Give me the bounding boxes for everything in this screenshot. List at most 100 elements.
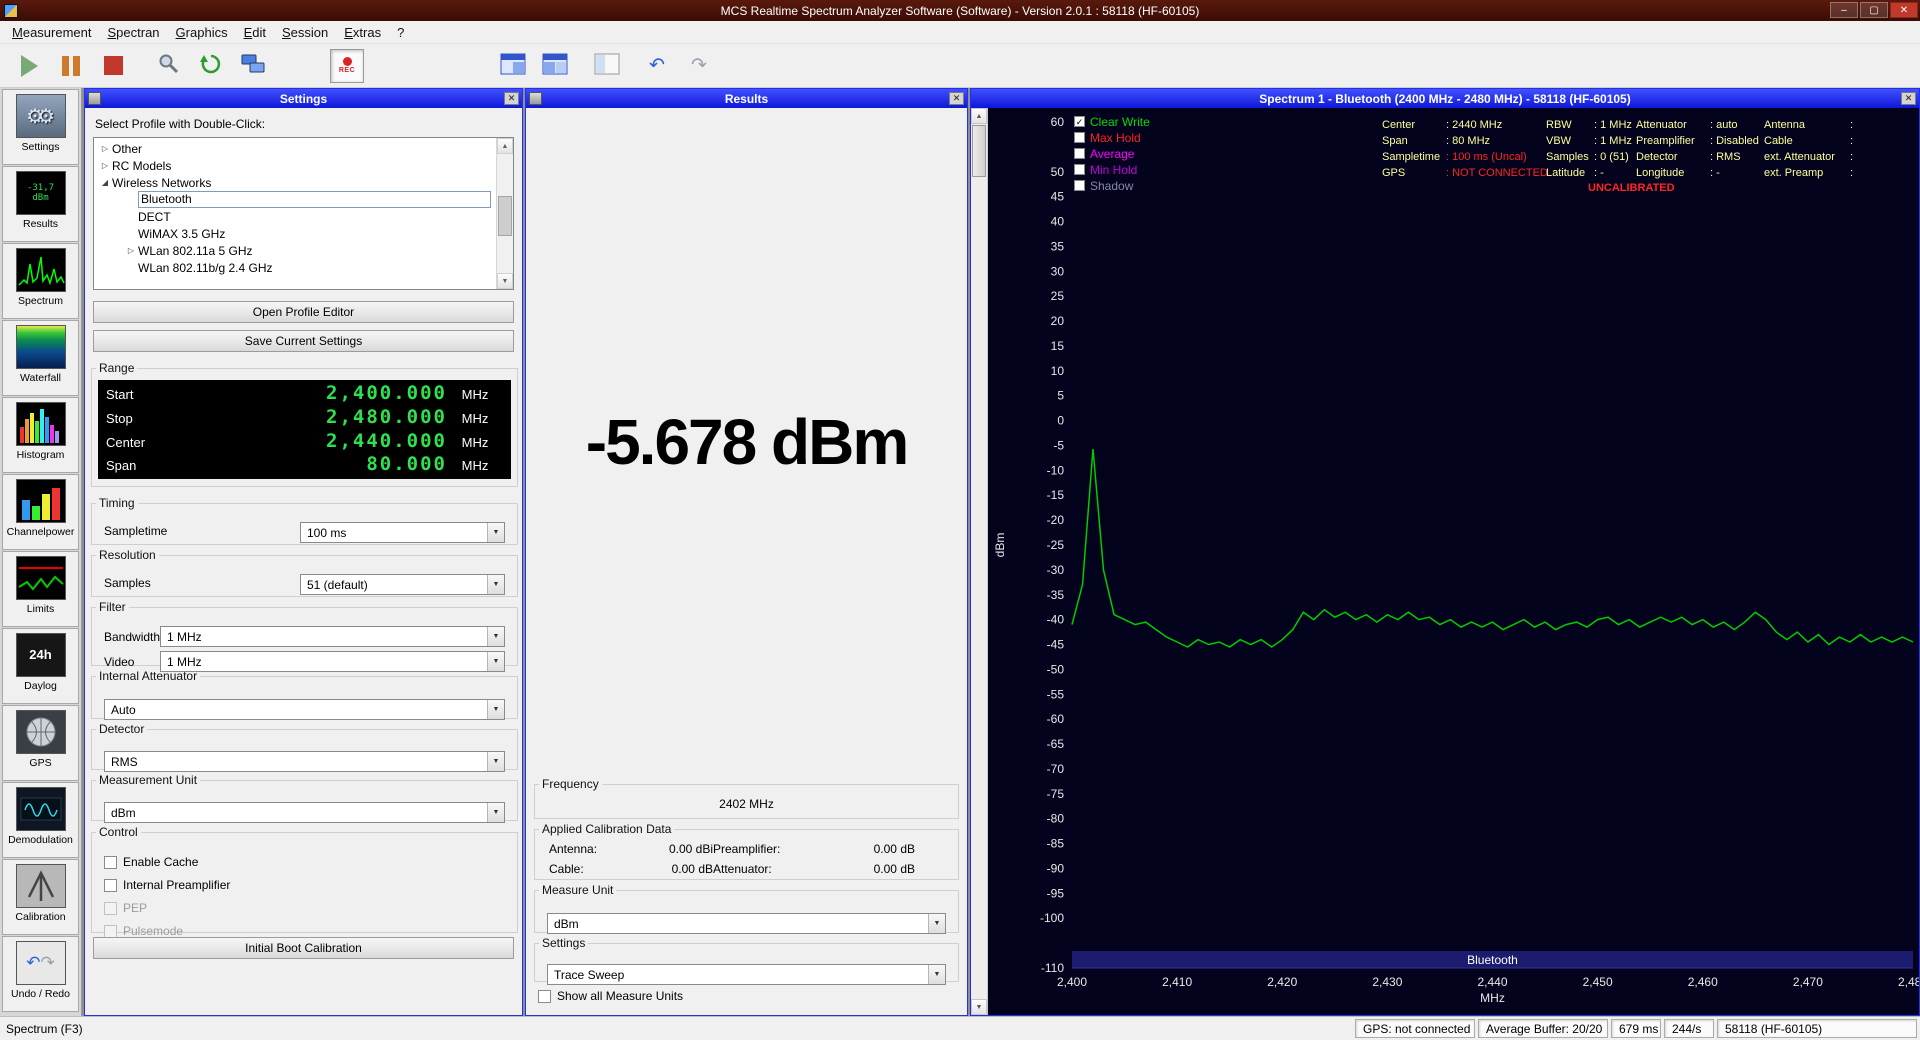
- checkbox-internal-preamplifier[interactable]: Internal Preamplifier: [104, 878, 230, 892]
- tree-collapsed-icon[interactable]: ▷: [98, 161, 112, 170]
- layout-windows-button[interactable]: [494, 48, 532, 84]
- sidebar-item-undo-redo[interactable]: ↶↷ Undo / Redo: [2, 936, 79, 1012]
- scroll-down-button[interactable]: ▼: [971, 999, 987, 1015]
- sidebar-item-daylog[interactable]: 24h Daylog: [2, 628, 79, 704]
- trace-sweep-select[interactable]: Trace Sweep ▼: [547, 964, 946, 985]
- detect-device-button[interactable]: [150, 48, 188, 84]
- results-close-button[interactable]: ✕: [949, 92, 964, 105]
- attenuator-select[interactable]: Auto ▼: [104, 699, 505, 720]
- tree-expanded-icon[interactable]: ◢: [98, 178, 112, 187]
- sidebar-item-spectrum[interactable]: Spectrum: [2, 243, 79, 319]
- tree-collapsed-icon[interactable]: ▷: [98, 144, 112, 153]
- play-button[interactable]: [10, 48, 48, 84]
- close-button[interactable]: ✕: [1890, 2, 1918, 18]
- info-value: : 1 MHz: [1594, 135, 1632, 147]
- sidebar-item-demodulation[interactable]: Demodulation: [2, 782, 79, 858]
- scroll-down-button[interactable]: ▼: [497, 273, 513, 289]
- tree-item-other[interactable]: ▷ Other: [94, 140, 513, 157]
- settings-panel-titlebar[interactable]: Settings ✕: [85, 89, 522, 108]
- sidebar-item-calibration[interactable]: Calibration: [2, 859, 79, 935]
- redo-button[interactable]: ↷: [680, 48, 718, 84]
- tree-collapsed-icon[interactable]: ▷: [124, 246, 138, 255]
- daylog-icon-text: 24h: [29, 646, 52, 662]
- scroll-up-button[interactable]: ▲: [497, 138, 513, 154]
- tree-item-dect[interactable]: DECT: [94, 208, 513, 225]
- layout-grid-button[interactable]: [536, 48, 574, 84]
- menu-graphics[interactable]: Graphics: [168, 22, 236, 43]
- measurement-unit-select[interactable]: dBm ▼: [104, 802, 505, 823]
- info-column: Center: 2440 MHz Span: 80 MHz Sampletime: …: [1382, 117, 1548, 181]
- info-label: Samples: [1546, 151, 1589, 163]
- tree-item-bluetooth[interactable]: Bluetooth: [94, 191, 513, 208]
- detector-group-title: Detector: [99, 722, 145, 736]
- tree-item-wimax-3-5-ghz[interactable]: WiMAX 3.5 GHz: [94, 225, 513, 242]
- sidebar-item-histogram[interactable]: Histogram: [2, 397, 79, 473]
- show-all-measure-units-checkbox[interactable]: Show all Measure Units: [538, 989, 683, 1003]
- menu-edit[interactable]: Edit: [236, 22, 274, 43]
- menu-spectran[interactable]: Spectran: [100, 22, 168, 43]
- spectrum-plot[interactable]: 60 50 45 40 35 30 25 20 15 10 5 0 -5 -10 -15 -20 -25 -30-…: [988, 108, 1919, 1015]
- sidebar-item-results[interactable]: -31,7 dBm Results: [2, 166, 79, 242]
- sidebar-item-gps[interactable]: GPS: [2, 705, 79, 781]
- detector-select[interactable]: RMS ▼: [104, 751, 505, 772]
- status-cell-244-s: 244/s: [1664, 1019, 1714, 1038]
- scrollbar-thumb[interactable]: [972, 125, 986, 177]
- sampletime-value: 100 ms: [307, 525, 347, 540]
- menu-measurement[interactable]: Measurement: [4, 22, 100, 43]
- panel-view-button[interactable]: [588, 48, 626, 84]
- tree-item-wireless-networks[interactable]: ◢ Wireless Networks: [94, 174, 513, 191]
- sidebar-item-limits[interactable]: Limits: [2, 551, 79, 627]
- checkbox-icon[interactable]: [104, 855, 117, 869]
- minimize-button[interactable]: –: [1830, 2, 1858, 18]
- record-button[interactable]: REC: [330, 48, 364, 83]
- maximize-button[interactable]: ▢: [1860, 2, 1888, 18]
- pause-button[interactable]: [52, 48, 90, 84]
- menu-session[interactable]: Session: [274, 22, 336, 43]
- checkbox-icon[interactable]: [538, 989, 551, 1003]
- scroll-up-button[interactable]: ▲: [971, 108, 987, 124]
- panel-view-icon: [594, 53, 620, 78]
- checkbox-icon[interactable]: [104, 878, 117, 892]
- profile-select-label: Select Profile with Double-Click:: [95, 117, 266, 131]
- y-tick-label: 25: [1051, 289, 1065, 303]
- usb-devices-button[interactable]: [234, 48, 272, 84]
- sampletime-select[interactable]: 100 ms ▼: [300, 522, 505, 543]
- tree-item-rc-models[interactable]: ▷ RC Models: [94, 157, 513, 174]
- tree-scrollbar[interactable]: ▲ ▼: [496, 138, 513, 289]
- undo-button[interactable]: ↶: [638, 48, 676, 84]
- spectrum-scrollbar[interactable]: ▲ ▼: [971, 108, 988, 1015]
- open-profile-editor-button[interactable]: Open Profile Editor: [93, 301, 514, 323]
- play-icon: [20, 54, 38, 77]
- menu-extras[interactable]: Extras: [336, 22, 389, 43]
- sidebar-item-channelpower[interactable]: Channelpower: [2, 474, 79, 550]
- info-value: : 0 (51): [1594, 151, 1629, 163]
- refresh-devices-button[interactable]: [192, 48, 230, 84]
- checkbox-enable-cache[interactable]: Enable Cache: [104, 855, 198, 869]
- tree-item-label: WLan 802.11a 5 GHz: [138, 243, 253, 258]
- checkbox-label: PEP: [123, 901, 148, 915]
- settings-close-button[interactable]: ✕: [504, 92, 519, 105]
- sidebar-item-label: Demodulation: [8, 834, 73, 846]
- range-row-value: 2,400.000: [326, 382, 447, 404]
- record-icon: [342, 57, 352, 66]
- tree-item-wlan-802-11a-5-ghz[interactable]: ▷ WLan 802.11a 5 GHz: [94, 242, 513, 259]
- samples-select[interactable]: 51 (default) ▼: [300, 574, 505, 595]
- spectrum-close-button[interactable]: ✕: [1901, 92, 1916, 105]
- range-row-label: Stop: [106, 410, 133, 426]
- measure-unit-select[interactable]: dBm ▼: [547, 913, 946, 934]
- spectrum-panel-titlebar[interactable]: Spectrum 1 - Bluetooth (2400 MHz - 2480 …: [971, 89, 1919, 108]
- bandwidth-select[interactable]: 1 MHz ▼: [160, 626, 505, 647]
- results-panel-titlebar[interactable]: Results ✕: [526, 89, 967, 108]
- initial-boot-calibration-button[interactable]: Initial Boot Calibration: [93, 937, 514, 959]
- info-value: :: [1850, 151, 1854, 163]
- sidebar-item-waterfall[interactable]: Waterfall: [2, 320, 79, 396]
- x-tick-label: 2,460: [1688, 975, 1718, 989]
- menu-help[interactable]: ?: [389, 22, 412, 43]
- tree-item-wlan-802-11b-g-2-4-ghz[interactable]: WLan 802.11b/g 2.4 GHz: [94, 259, 513, 276]
- save-current-settings-button[interactable]: Save Current Settings: [93, 330, 514, 352]
- chevron-down-icon: ▼: [487, 627, 504, 646]
- stop-button[interactable]: [94, 48, 132, 84]
- scrollbar-thumb[interactable]: [498, 196, 512, 236]
- info-value: :: [1850, 135, 1854, 147]
- sidebar-item-settings[interactable]: ⚙⚙ Settings: [2, 89, 79, 165]
